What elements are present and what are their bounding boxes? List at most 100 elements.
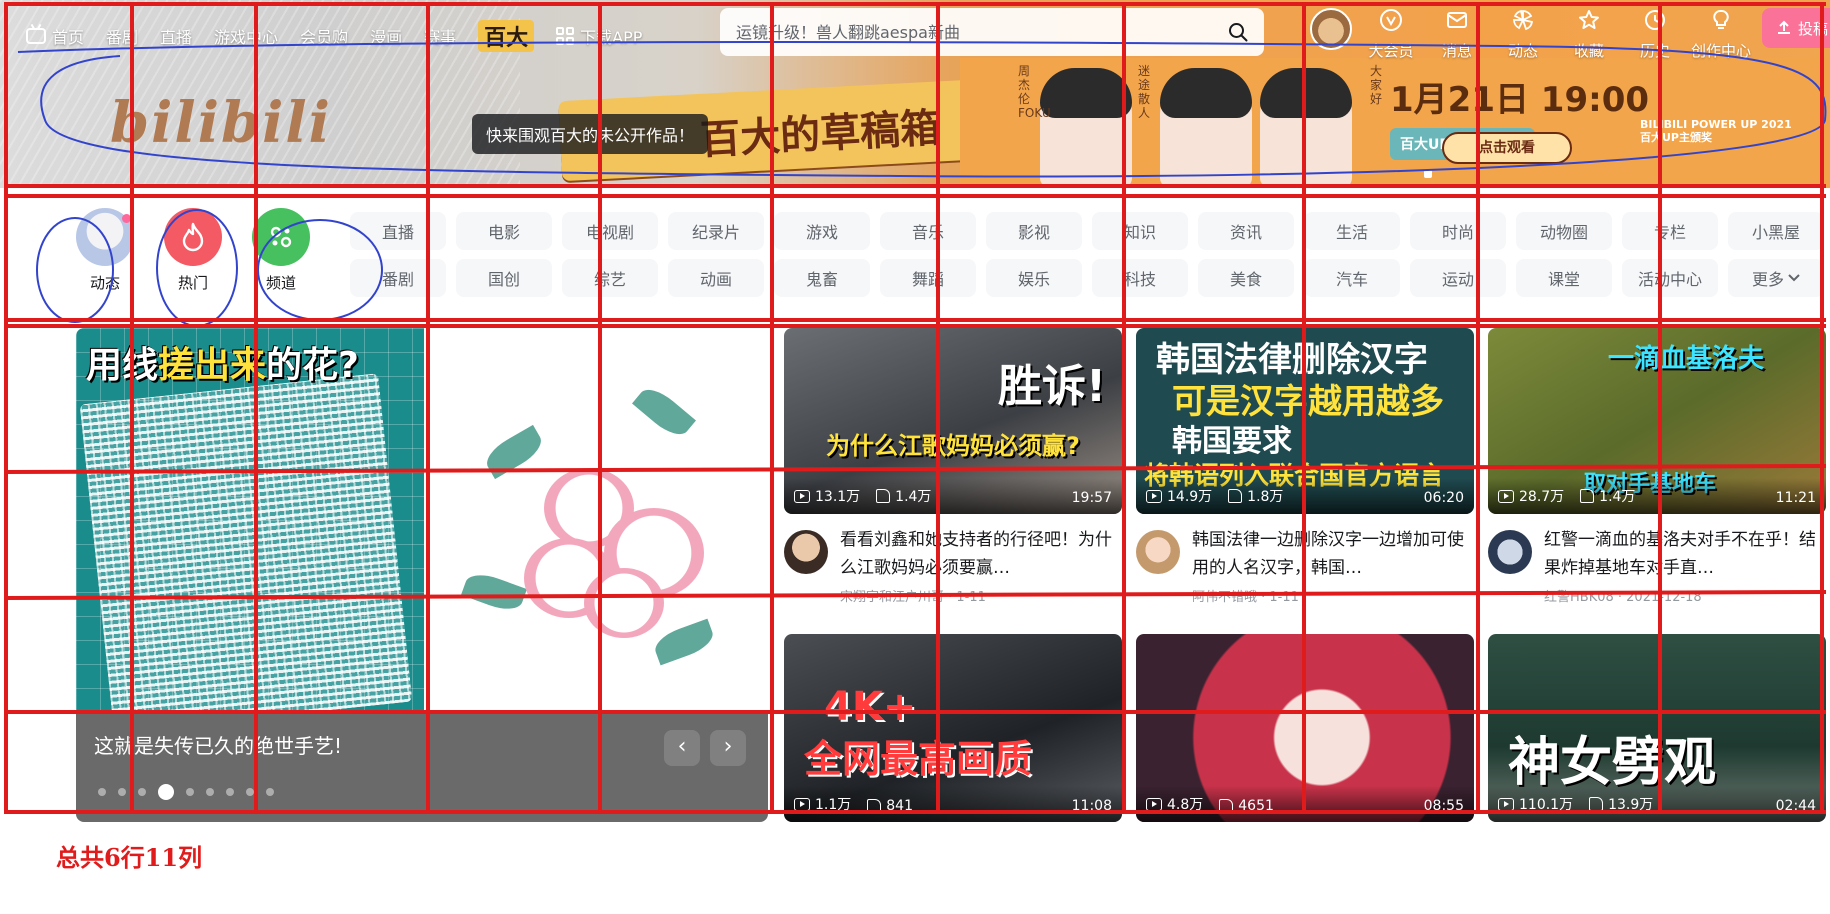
banner-watch-button[interactable]: 点击观看 bbox=[1442, 132, 1572, 164]
channel-chip[interactable]: 课堂 bbox=[1516, 259, 1612, 297]
carousel-dot[interactable] bbox=[118, 788, 126, 796]
video-card[interactable]: 一滴血基洛夫 取对手基地车 28.7万 1.4万 11:21 红警一滴血的基洛夫… bbox=[1488, 328, 1826, 605]
clock-icon bbox=[1645, 10, 1665, 30]
uploader-avatar[interactable] bbox=[784, 530, 828, 574]
channel-chip[interactable]: 活动中心 bbox=[1622, 259, 1718, 297]
carousel-dot[interactable] bbox=[138, 788, 146, 796]
vip-icon bbox=[1380, 9, 1402, 31]
nav-favorites[interactable]: 收藏 bbox=[1556, 6, 1622, 61]
play-count-icon bbox=[1146, 797, 1162, 811]
channel-chip[interactable]: 国创 bbox=[456, 259, 552, 297]
channel-chip[interactable]: 动物圈 bbox=[1516, 212, 1612, 250]
nav-esports[interactable]: 赛事 bbox=[424, 24, 456, 48]
nav-dynamic[interactable]: 动态 bbox=[1490, 6, 1556, 61]
video-title[interactable]: 看看刘鑫和她支持者的行径吧！为什么江歌妈妈必须要赢… bbox=[840, 526, 1122, 582]
video-thumbnail[interactable]: 4K+ 全网最高画质 1.1万 841 11:08 bbox=[784, 634, 1122, 822]
video-thumbnail[interactable]: 一滴血基洛夫 取对手基地车 28.7万 1.4万 11:21 bbox=[1488, 328, 1826, 514]
nav-creator-center[interactable]: 创作中心 bbox=[1688, 6, 1754, 61]
nav-home[interactable]: 首页 bbox=[26, 24, 84, 48]
banner-date: 1月21日 19:00 bbox=[1390, 80, 1650, 120]
video-card[interactable]: 胜诉! 为什么江歌妈妈必须赢? 13.1万 1.4万 19:57 看看刘鑫和她支… bbox=[784, 328, 1122, 605]
search-input[interactable] bbox=[734, 18, 1204, 46]
play-count: 110.1万 bbox=[1519, 797, 1574, 813]
nav-home-label: 首页 bbox=[52, 28, 85, 47]
video-card[interactable]: 神女劈观 110.1万 13.9万 02:44 bbox=[1488, 634, 1826, 822]
nav-vip[interactable]: 大会员 bbox=[1358, 6, 1424, 61]
carousel-prev-button[interactable]: ‹ bbox=[664, 730, 700, 766]
nav-baida[interactable]: 百大 bbox=[478, 20, 535, 52]
channel-chip[interactable]: 直播 bbox=[350, 212, 446, 250]
quick-hot[interactable]: 热门 bbox=[158, 208, 228, 293]
video-title[interactable]: 韩国法律一边删除汉字一边增加可使用的人名汉字，韩国… bbox=[1192, 526, 1474, 582]
channel-chip[interactable]: 鬼畜 bbox=[774, 259, 870, 297]
video-owner[interactable]: 红警HBK08 · 2021-12-18 bbox=[1544, 586, 1702, 605]
carousel-title[interactable]: 这就是失传已久的绝世手艺! bbox=[94, 730, 342, 759]
video-title[interactable]: 红警一滴血的基洛夫对手不在乎！结果炸掉基地车对手直… bbox=[1544, 526, 1826, 582]
nav-manga[interactable]: 漫画 bbox=[370, 24, 402, 48]
like-icon bbox=[1580, 489, 1595, 503]
video-meta: 韩国法律一边删除汉字一边增加可使用的人名汉字，韩国… 阿伟不错哦 · 1-11 bbox=[1136, 526, 1474, 605]
uploader-avatar[interactable] bbox=[1136, 530, 1180, 574]
nav-live[interactable]: 直播 bbox=[160, 24, 192, 48]
channel-chip[interactable]: 科技 bbox=[1092, 259, 1188, 297]
carousel-next-button[interactable]: › bbox=[710, 730, 746, 766]
quick-channel[interactable]: 频道 bbox=[246, 208, 316, 293]
play-count: 28.7万 bbox=[1519, 489, 1565, 505]
carousel-dot[interactable] bbox=[158, 784, 174, 800]
channel-chip[interactable]: 专栏 bbox=[1622, 212, 1718, 250]
channel-chip[interactable]: 娱乐 bbox=[986, 259, 1082, 297]
video-thumbnail[interactable]: 韩国法律删除汉字 可是汉字越用越多 韩国要求 将韩语列入联合国官方语言 14.9… bbox=[1136, 328, 1474, 514]
channel-chip[interactable]: 电影 bbox=[456, 212, 552, 250]
channel-chip[interactable]: 动画 bbox=[668, 259, 764, 297]
video-owner[interactable]: 阿伟不错哦 · 1-11 bbox=[1192, 586, 1299, 605]
channel-chip[interactable]: 时尚 bbox=[1410, 212, 1506, 250]
channel-chip[interactable]: 美食 bbox=[1198, 259, 1294, 297]
channel-chip[interactable]: 综艺 bbox=[562, 259, 658, 297]
channel-chip[interactable]: 游戏 bbox=[774, 212, 870, 250]
like-count: 1.4万 bbox=[1599, 489, 1636, 505]
video-card[interactable]: 4.8万 4651 08:55 bbox=[1136, 634, 1474, 822]
bilibili-logo[interactable]: bilibili bbox=[110, 90, 332, 156]
video-card[interactable]: 韩国法律删除汉字 可是汉字越用越多 韩国要求 将韩语列入联合国官方语言 14.9… bbox=[1136, 328, 1474, 605]
carousel-dot[interactable] bbox=[266, 788, 274, 796]
channel-chip[interactable]: 汽车 bbox=[1304, 259, 1400, 297]
channel-chip[interactable]: 运动 bbox=[1410, 259, 1506, 297]
channel-chip[interactable]: 舞蹈 bbox=[880, 259, 976, 297]
video-card[interactable]: 4K+ 全网最高画质 1.1万 841 11:08 bbox=[784, 634, 1122, 822]
more-channels-button[interactable]: 更多 bbox=[1728, 259, 1824, 297]
quick-dynamic[interactable]: 动态 bbox=[70, 208, 140, 293]
quick-hot-label: 热门 bbox=[177, 274, 208, 292]
feature-carousel[interactable]: 用线搓出来的花? 这就是失传已久的绝世手艺! ‹ › bbox=[76, 328, 768, 822]
carousel-dot[interactable] bbox=[246, 788, 254, 796]
nav-game-center[interactable]: 游戏中心 bbox=[214, 24, 278, 48]
video-thumbnail[interactable]: 胜诉! 为什么江歌妈妈必须赢? 13.1万 1.4万 19:57 bbox=[784, 328, 1122, 514]
channel-chip[interactable]: 知识 bbox=[1092, 212, 1188, 250]
carousel-dot[interactable] bbox=[226, 788, 234, 796]
channel-chip[interactable]: 电视剧 bbox=[562, 212, 658, 250]
channel-chip[interactable]: 资讯 bbox=[1198, 212, 1294, 250]
channel-chip[interactable]: 生活 bbox=[1304, 212, 1400, 250]
video-owner[interactable]: 宋翔宇和江户川哥 · 1-11 bbox=[840, 586, 986, 605]
channel-chip[interactable]: 音乐 bbox=[880, 212, 976, 250]
upload-button[interactable]: 投稿 bbox=[1762, 8, 1830, 48]
nav-bangumi[interactable]: 番剧 bbox=[106, 24, 138, 48]
nav-history[interactable]: 历史 bbox=[1622, 6, 1688, 61]
channel-chip[interactable]: 小黑屋 bbox=[1728, 212, 1824, 250]
nav-mall[interactable]: 会员购 bbox=[300, 24, 348, 48]
nav-message[interactable]: 消息 bbox=[1424, 6, 1490, 61]
video-thumbnail[interactable]: 神女劈观 110.1万 13.9万 02:44 bbox=[1488, 634, 1826, 822]
user-avatar[interactable] bbox=[1310, 8, 1352, 50]
nav-download-app[interactable]: 下载APP bbox=[556, 24, 642, 48]
thumb-headline: 胜诉! bbox=[998, 361, 1107, 412]
uploader-avatar[interactable] bbox=[1488, 530, 1532, 574]
channel-chip[interactable]: 纪录片 bbox=[668, 212, 764, 250]
channel-chip[interactable]: 番剧 bbox=[350, 259, 446, 297]
carousel-dot[interactable] bbox=[186, 788, 194, 796]
channel-chip[interactable]: 影视 bbox=[986, 212, 1082, 250]
banner-tooltip: 快来围观百大的未公开作品！ bbox=[472, 114, 709, 154]
carousel-dot[interactable] bbox=[98, 788, 106, 796]
search-icon[interactable] bbox=[1228, 22, 1248, 42]
video-stats: 13.1万 1.4万 19:57 bbox=[784, 478, 1122, 514]
video-thumbnail[interactable]: 4.8万 4651 08:55 bbox=[1136, 634, 1474, 822]
carousel-dot[interactable] bbox=[206, 788, 214, 796]
